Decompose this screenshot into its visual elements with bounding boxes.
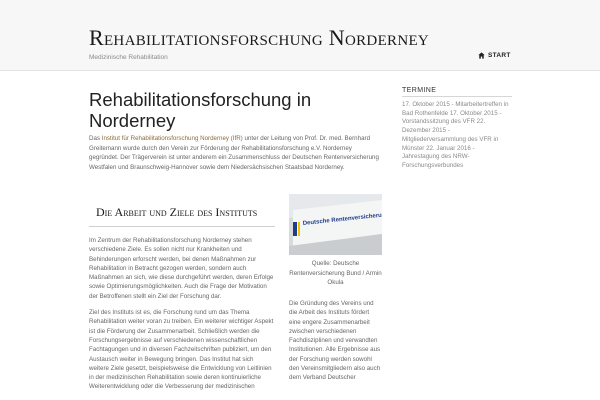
right-column-paragraph: Die Gründung des Vereins und die Arbeit … xyxy=(289,300,381,382)
site-header: Rehabilitationsforschung Norderney Mediz… xyxy=(0,0,600,71)
sidebar-events: TERMINE 17. Oktober 2015 - Mitarbeitertr… xyxy=(402,87,512,171)
institute-link[interactable]: Institut für Rehabilitationsforschung No… xyxy=(102,135,243,142)
intro-text-start: Das xyxy=(89,135,102,142)
page-title: Rehabilitationsforschung in Norderney xyxy=(89,89,312,131)
sidebar-events-text: 17. Oktober 2015 - Mitarbeitertreffen in… xyxy=(402,101,509,169)
section-divider xyxy=(89,226,275,227)
section-title: Die Arbeit und Ziele des Instituts xyxy=(96,205,258,219)
site-title[interactable]: Rehabilitationsforschung Norderney xyxy=(89,26,429,50)
left-column: Im Zentrum der Rehabilitationsforschung … xyxy=(89,236,275,399)
intro-paragraph: Das Institut für Rehabilitationsforschun… xyxy=(89,134,381,172)
nav-start-link[interactable]: START xyxy=(478,50,511,60)
home-icon xyxy=(478,51,485,59)
left-paragraph-2: Ziel des Instituts ist es, die Forschung… xyxy=(89,309,274,391)
left-paragraph-1: Im Zentrum der Rehabilitationsforschung … xyxy=(89,237,274,300)
site-description: Medizinische Rehabilitation xyxy=(89,54,168,61)
drv-sign-photo: Deutsche Rentenversicherung xyxy=(289,194,382,255)
nav-start-label: START xyxy=(488,51,511,59)
sidebar-title: TERMINE xyxy=(402,87,512,97)
photo-caption: Quelle: Deutsche Rentenversicherung Bund… xyxy=(289,260,382,286)
